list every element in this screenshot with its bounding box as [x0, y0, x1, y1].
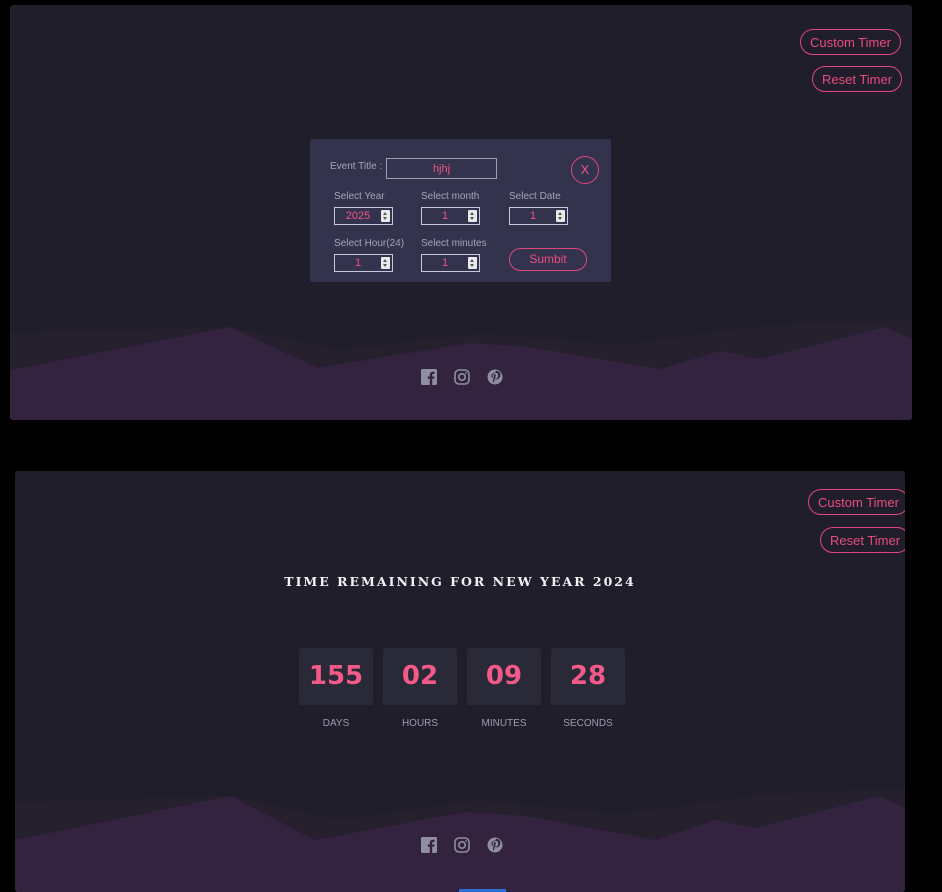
month-stepper[interactable]: 1	[421, 207, 480, 225]
custom-timer-button[interactable]: Custom Timer	[808, 489, 905, 515]
hour-stepper[interactable]: 1	[334, 254, 393, 272]
hour-spin-icon[interactable]	[381, 257, 390, 269]
instagram-icon[interactable]	[453, 836, 471, 854]
select-hour-label: Select Hour(24)	[334, 238, 405, 249]
month-spin-icon[interactable]	[468, 210, 477, 222]
date-spin-icon[interactable]	[556, 210, 565, 222]
date-value: 1	[529, 210, 537, 222]
seconds-value: 28	[551, 648, 625, 705]
hours-label: HOURS	[401, 718, 439, 729]
select-year-label: Select Year	[334, 191, 385, 202]
custom-timer-button[interactable]: Custom Timer	[800, 29, 901, 55]
reset-timer-button[interactable]: Reset Timer	[812, 66, 903, 92]
pinterest-icon[interactable]	[486, 836, 504, 854]
instagram-icon[interactable]	[453, 368, 471, 386]
close-modal-button[interactable]: X	[571, 156, 599, 184]
days-value: 155	[299, 648, 373, 705]
pinterest-icon[interactable]	[486, 368, 504, 386]
month-value: 1	[441, 210, 449, 222]
facebook-icon[interactable]	[420, 368, 438, 386]
minutes-stepper[interactable]: 1	[421, 254, 480, 272]
timer-panel-top: Custom Timer Reset Timer Event Title : X…	[10, 5, 912, 420]
minutes-spin-icon[interactable]	[468, 257, 477, 269]
date-stepper[interactable]: 1	[509, 207, 568, 225]
select-date-label: Select Date	[509, 191, 561, 202]
year-spin-icon[interactable]	[381, 210, 390, 222]
hours-value: 02	[383, 648, 457, 705]
year-stepper[interactable]: 2025	[334, 207, 393, 225]
event-title-label: Event Title :	[330, 161, 383, 172]
countdown-title: TIME REMAINING FOR NEW YEAR 2024	[284, 574, 636, 589]
social-links	[420, 836, 504, 854]
select-minutes-label: Select minutes	[421, 238, 487, 249]
custom-timer-modal: Event Title : X Select Year Select month…	[310, 139, 611, 282]
select-month-label: Select month	[421, 191, 480, 202]
hour-value: 1	[354, 257, 362, 269]
facebook-icon[interactable]	[420, 836, 438, 854]
minutes-value: 1	[441, 257, 449, 269]
timer-panel-bottom: Custom Timer Reset Timer TIME REMAINING …	[15, 471, 905, 892]
event-title-input[interactable]	[386, 158, 497, 179]
minutes-label: MINUTES	[481, 718, 527, 729]
social-links	[420, 368, 504, 386]
submit-button[interactable]: Sumbit	[509, 248, 587, 271]
reset-timer-button[interactable]: Reset Timer	[820, 527, 905, 553]
year-value: 2025	[345, 210, 371, 222]
days-label: DAYS	[322, 718, 350, 729]
minutes-value: 09	[467, 648, 541, 705]
seconds-label: SECONDS	[563, 718, 613, 729]
